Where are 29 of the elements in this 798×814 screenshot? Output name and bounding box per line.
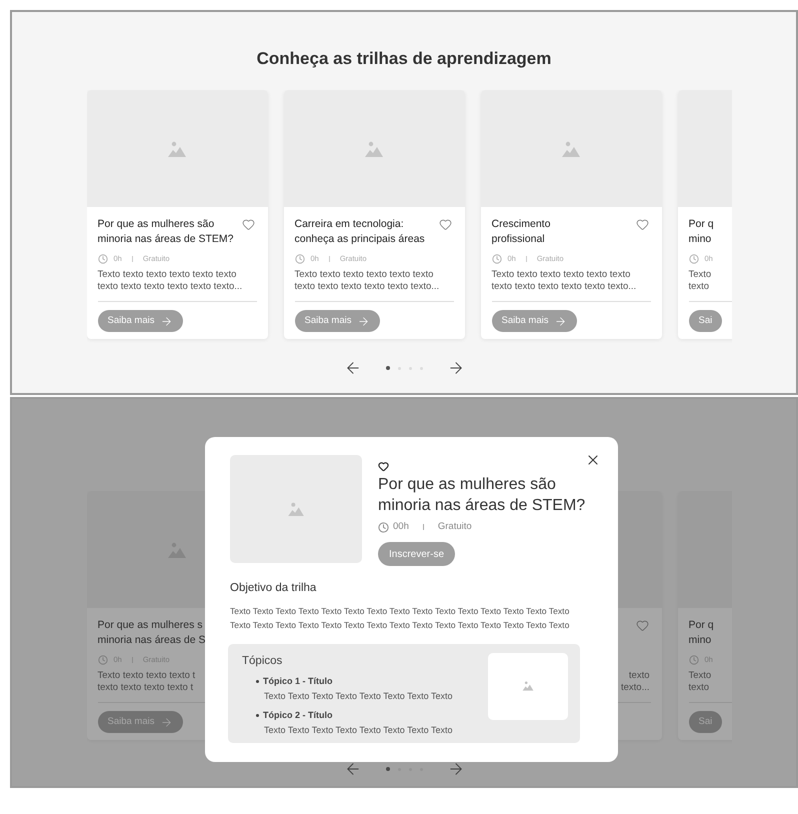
topic-title: Tópico 2 - Título: [263, 708, 332, 722]
inscrever-button[interactable]: Inscrever-se: [378, 542, 456, 566]
topic-text: Texto Texto Texto Texto Texto Texto Texto Texto: [264, 690, 452, 704]
topic-title: Tópico 1 - Título: [263, 674, 332, 688]
topics-heading: Tópicos: [242, 654, 284, 668]
saiba-mais-button[interactable]: Saiba mais: [492, 310, 576, 332]
card-description: Texto texto texto texto t texto texto texto texto t: [98, 670, 196, 694]
card-description: Texto texto texto texto texto texto texto texto texto texto texto texto...: [492, 269, 636, 293]
card-title: Por que as mulheres são minoria nas áreas de STEM?: [98, 217, 234, 247]
topic-text: Texto Texto Texto Texto Texto Texto Texto Texto: [264, 724, 452, 738]
card-description: Texto texto texto texto texto texto texto texto texto texto texto texto...: [98, 269, 242, 293]
price: Gratuito: [438, 520, 472, 534]
card-title: Por que as mulheres s minoria nas áreas de S: [98, 618, 206, 648]
modal-title: Por que as mulheres são minoria nas áreas de STEM?: [378, 475, 586, 516]
duration: 00h: [393, 520, 409, 534]
objective-text: Texto Texto Texto Texto Texto Texto Texto Texto Texto Texto Texto Texto Texto Texto Texto Texto Texto Texto Texto Texto Texto Texto Texto Texto Texto Texto Texto Texto Texto Texto: [230, 604, 570, 632]
section-heading: Conheça as trilhas de aprendizagem: [256, 48, 552, 70]
card-description: Texto texto texto texto texto texto texto texto texto texto texto texto...: [294, 269, 440, 293]
saiba-mais-button[interactable]: Saiba mais: [98, 310, 182, 332]
card-title: Por q mino: [688, 618, 714, 648]
card-title: Carreira em tecnologia: conheça as principais áreas: [294, 217, 425, 247]
objective-heading: Objetivo da trilha: [230, 581, 318, 596]
card-description: Texto texto: [688, 670, 712, 694]
saiba-mais-button[interactable]: Sai: [688, 310, 722, 332]
card-title: Por q mino: [688, 217, 714, 247]
card-title: Crescimento profissional: [492, 217, 550, 247]
saiba-mais-button[interactable]: Saiba mais: [294, 310, 380, 332]
card-description: Texto texto: [688, 269, 712, 293]
card-description: texto texto...: [620, 670, 650, 694]
